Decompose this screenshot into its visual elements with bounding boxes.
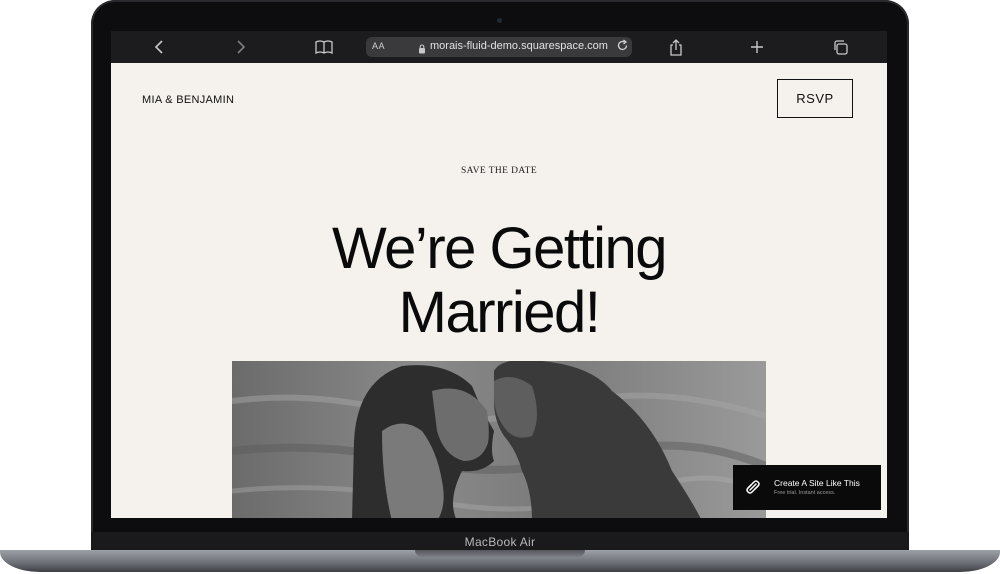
laptop-notch	[415, 550, 585, 557]
save-the-date-label: SAVE THE DATE	[460, 166, 538, 176]
bookmarks-icon[interactable]	[314, 37, 334, 57]
web-page: MIA & BENJAMIN RSVP SAVE THE DATE We’re …	[111, 63, 887, 518]
text-size-button[interactable]: AA	[372, 41, 385, 51]
badge-title: Create A Site Like This	[774, 478, 860, 488]
site-title[interactable]: MIA & BENJAMIN	[142, 94, 234, 106]
laptop-mockup: AA morais-fluid-demo.squarespace.com MIA…	[0, 0, 1000, 574]
squarespace-logo-icon	[745, 479, 761, 500]
tabs-icon[interactable]	[830, 37, 850, 57]
hero-photo	[232, 361, 766, 518]
lock-icon	[418, 41, 426, 59]
laptop-model-label: MacBook Air	[464, 535, 536, 549]
url-text[interactable]: morais-fluid-demo.squarespace.com	[430, 40, 608, 52]
page-headline: We’re Getting Married!	[111, 217, 887, 345]
create-site-badge[interactable]: Create A Site Like This Free trial. Inst…	[733, 465, 881, 510]
reload-icon[interactable]	[616, 39, 629, 57]
headline-line-2: Married!	[398, 280, 601, 345]
rsvp-button[interactable]: RSVP	[777, 79, 853, 118]
new-tab-icon[interactable]	[747, 37, 767, 57]
badge-subtitle: Free trial. Instant access.	[774, 490, 836, 496]
camera-dot	[497, 18, 502, 23]
headline-line-1: We’re Getting	[331, 216, 668, 281]
forward-icon[interactable]	[231, 37, 251, 57]
share-icon[interactable]	[666, 37, 686, 57]
back-icon[interactable]	[149, 37, 169, 57]
